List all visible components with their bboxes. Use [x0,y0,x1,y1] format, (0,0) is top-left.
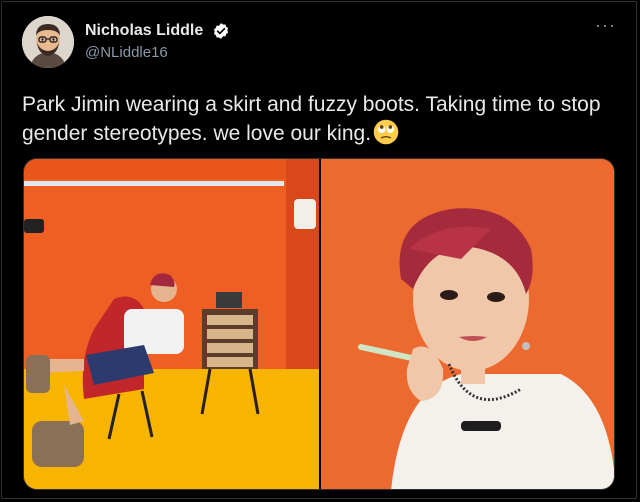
photo-right[interactable] [321,159,614,489]
cartoon-avatar-icon [22,16,74,68]
photo-icon [24,159,319,489]
verified-badge-icon [213,23,228,39]
author-block: Nicholas Liddle @NLiddle16 [85,22,230,61]
tweet-header: Nicholas Liddle @NLiddle16 ··· [22,16,618,72]
avatar[interactable] [22,16,74,68]
tweet-body: Park Jimin wearing a skirt and fuzzy boo… [22,93,601,145]
face-with-rolling-eyes-icon [373,119,399,145]
display-name[interactable]: Nicholas Liddle [85,22,203,40]
media-grid [23,158,615,490]
more-options-icon[interactable]: ··· [595,16,616,34]
tweet-text: Park Jimin wearing a skirt and fuzzy boo… [22,90,622,148]
handle[interactable]: @NLiddle16 [85,44,230,61]
photo-icon [321,159,614,489]
photo-left[interactable] [24,159,319,489]
